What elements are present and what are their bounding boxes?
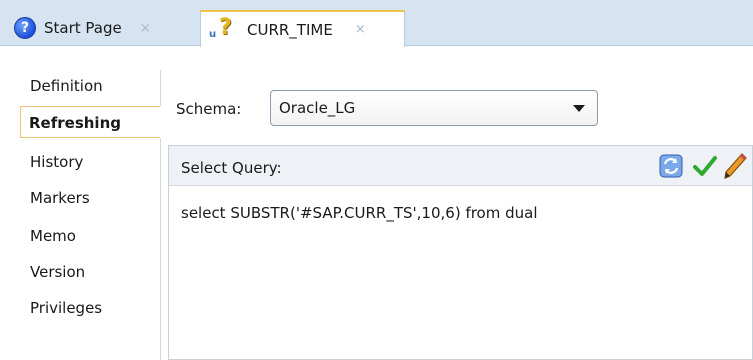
nav-item-privileges[interactable]: Privileges: [20, 292, 102, 324]
validate-check-icon[interactable]: [693, 155, 717, 177]
help-icon: ?: [14, 17, 36, 39]
nav-item-markers[interactable]: Markers: [20, 182, 90, 214]
tab-curr-time[interactable]: u? CURR_TIME ×: [200, 10, 405, 47]
refresh-icon[interactable]: [659, 154, 683, 178]
schema-select-value: Oracle_LG: [279, 99, 356, 117]
chevron-down-icon[interactable]: [573, 105, 585, 112]
nav-item-definition[interactable]: Definition: [20, 70, 103, 102]
nav-item-version[interactable]: Version: [20, 256, 85, 288]
nav-divider: [160, 138, 161, 360]
variable-icon: u?: [209, 14, 232, 40]
nav-item-memo[interactable]: Memo: [20, 220, 76, 252]
schema-label: Schema:: [176, 100, 242, 118]
tab-start-page-label: Start Page: [44, 19, 122, 37]
nav-item-refreshing[interactable]: Refreshing: [20, 106, 160, 138]
select-query-text[interactable]: select SUBSTR('#SAP.CURR_TS',10,6) from …: [181, 204, 538, 222]
editor-tab-bar: ? Start Page × u? CURR_TIME ×: [0, 0, 753, 47]
select-query-title: Select Query:: [181, 159, 282, 177]
tab-curr-time-close-icon[interactable]: ×: [355, 22, 366, 37]
nav-divider: [160, 70, 161, 106]
tab-curr-time-label: CURR_TIME: [247, 20, 333, 39]
tab-start-page[interactable]: ? Start Page ×: [6, 10, 198, 46]
select-query-header: Select Query:: [169, 146, 752, 186]
tab-start-page-close-icon[interactable]: ×: [140, 21, 151, 36]
object-sections-nav: Definition Refreshing History Markers Me…: [20, 70, 160, 360]
edit-pencil-icon[interactable]: [722, 152, 748, 180]
schema-select[interactable]: Oracle_LG: [270, 90, 598, 126]
nav-item-history[interactable]: History: [20, 146, 83, 178]
select-query-panel: Select Query: select SUBSTR('#SAP.CURR_T…: [168, 145, 753, 360]
